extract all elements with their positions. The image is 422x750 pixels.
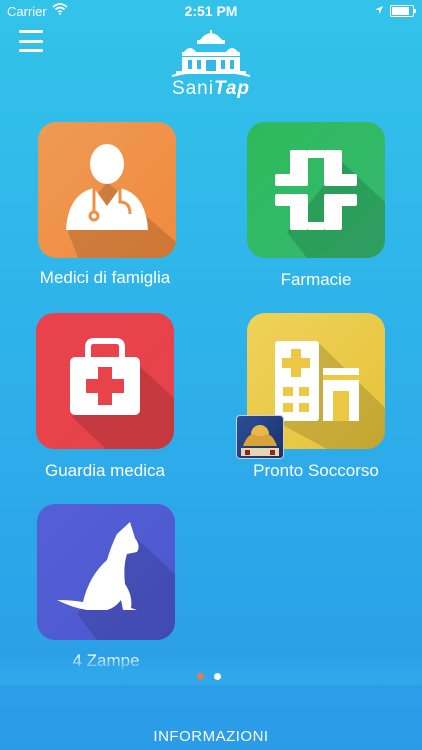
- pharmacy-cross-icon: [275, 150, 385, 258]
- tile-4-zampe[interactable]: [37, 504, 175, 640]
- logo-text: SaniTap: [170, 78, 252, 100]
- hamburger-line: [19, 49, 43, 52]
- region-emblem-badge: [236, 415, 284, 459]
- doctor-icon: [66, 144, 176, 258]
- tile-farmacie[interactable]: [247, 122, 385, 258]
- page-indicator[interactable]: [197, 673, 221, 680]
- location-arrow-icon: [374, 3, 384, 18]
- first-aid-kit-icon: [70, 338, 174, 449]
- hamburger-line: [19, 39, 43, 43]
- battery-icon: [390, 4, 416, 17]
- status-bar: Carrier 2:51 PM: [0, 0, 422, 22]
- battery-fill: [392, 6, 409, 15]
- tile-guardia-medica[interactable]: [36, 313, 174, 449]
- app-logo: SaniTap: [170, 30, 252, 100]
- winged-lion-emblem-icon: [241, 425, 279, 456]
- dog-icon: [57, 522, 175, 640]
- tile-medici-di-famiglia[interactable]: [38, 122, 176, 258]
- scroll-fade: [0, 655, 422, 685]
- tile-label-medici: Medici di famiglia: [39, 268, 171, 287]
- logo-text-plain: Sani: [171, 78, 214, 99]
- tile-label-guardia: Guardia medica: [44, 461, 165, 480]
- clock: 2:51 PM: [184, 3, 238, 19]
- hamburger-line: [19, 30, 43, 33]
- page-dot-2[interactable]: [214, 673, 221, 680]
- page-dot-1[interactable]: [197, 673, 204, 680]
- tile-label-farmacie: Farmacie: [280, 270, 352, 289]
- informazioni-link[interactable]: INFORMAZIONI: [0, 728, 422, 745]
- menu-button[interactable]: [19, 30, 43, 52]
- tile-label-pronto: Pronto Soccorso: [253, 461, 379, 480]
- logo-text-accent: Tap: [213, 78, 251, 99]
- basilica-icon: [171, 30, 251, 77]
